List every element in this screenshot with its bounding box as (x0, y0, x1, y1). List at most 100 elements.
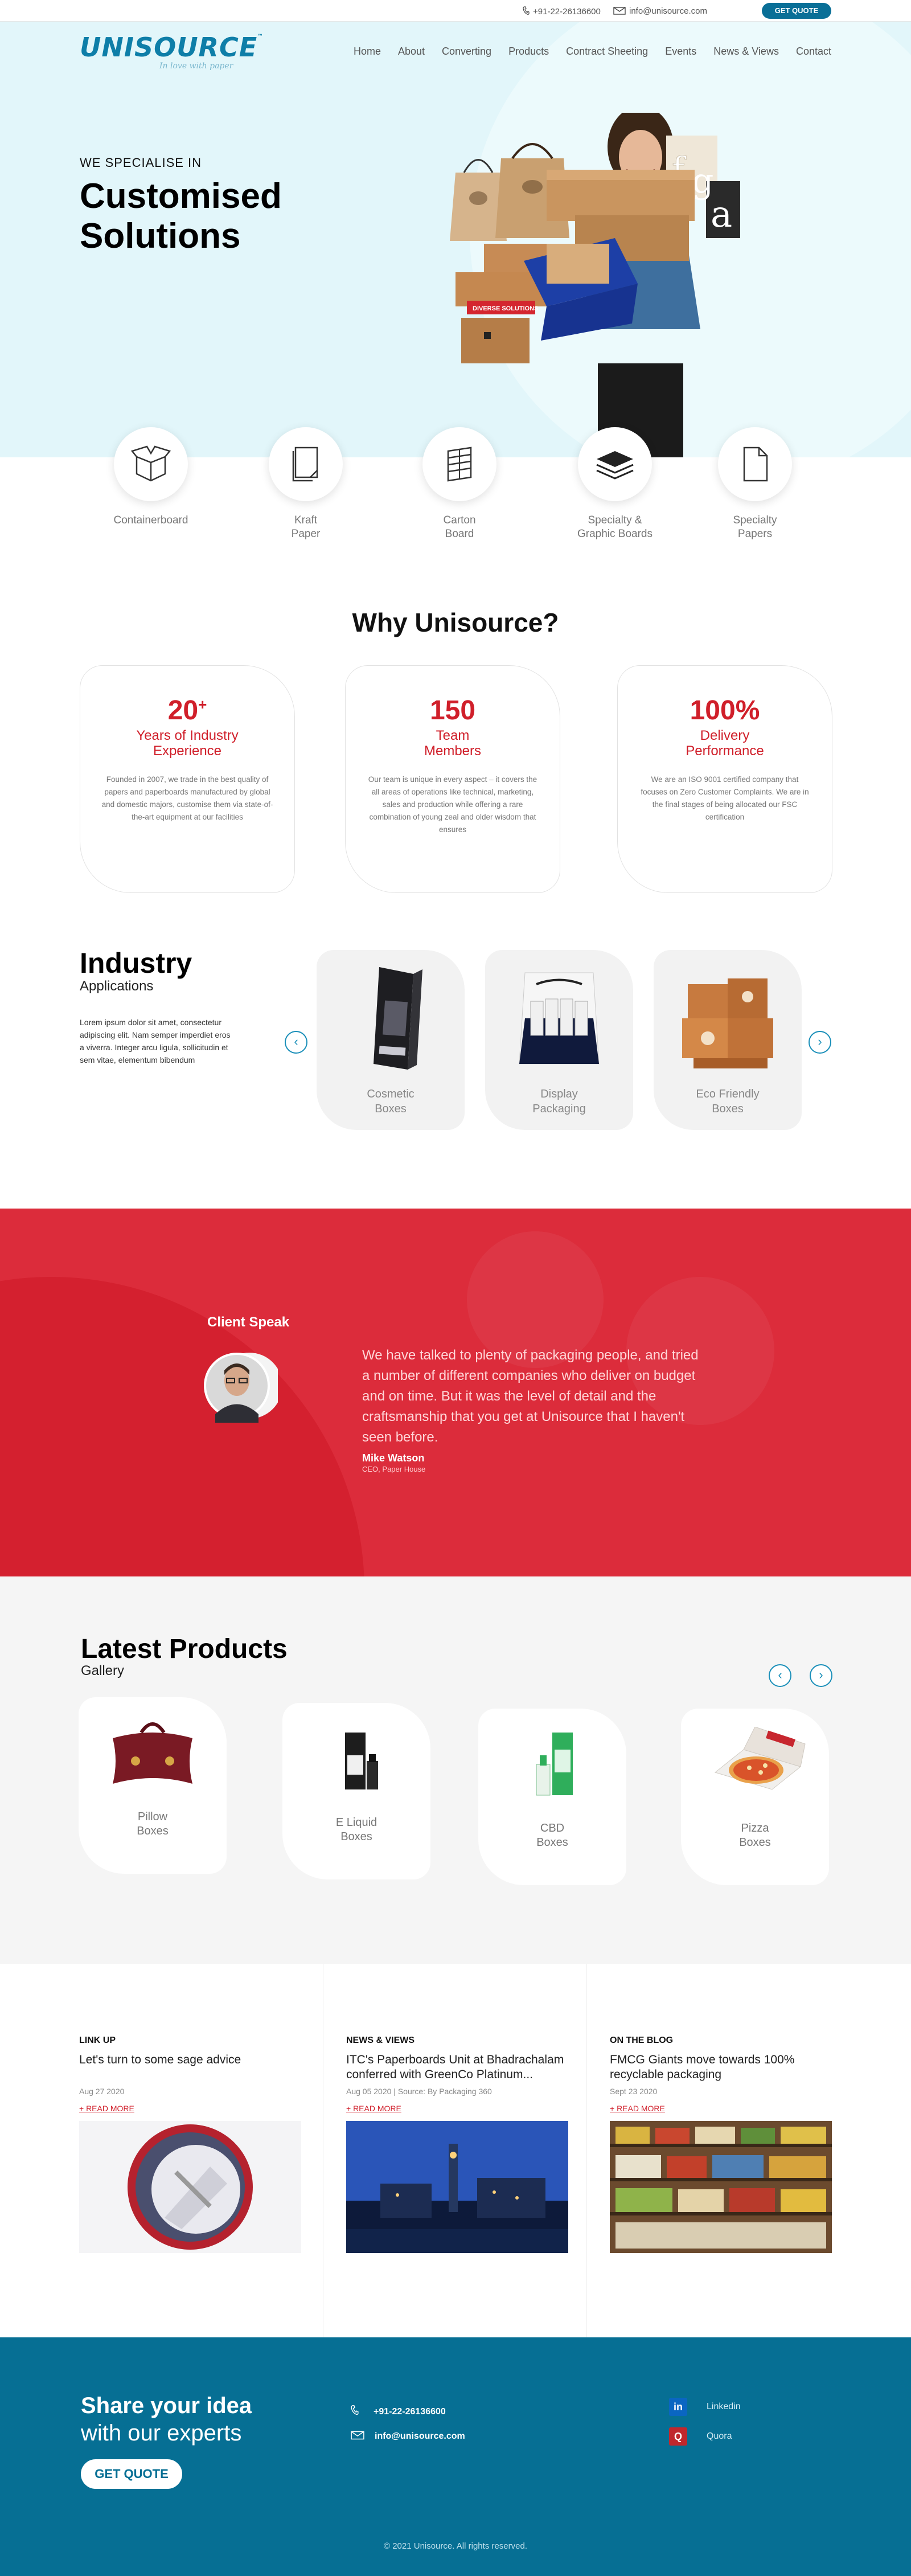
news-read-more-link[interactable]: + READ MORE (79, 2104, 134, 2113)
product-card-e-liquid-boxes[interactable]: E Liquid Boxes (282, 1703, 430, 1879)
news-date: Sept 23 2020 (610, 2087, 658, 2096)
news-date: Aug 27 2020 (79, 2087, 125, 2096)
document-icon (743, 447, 768, 482)
product-card-cbd-boxes[interactable]: CBD Boxes (478, 1709, 626, 1885)
footer-subheading: with our experts (81, 2421, 242, 2446)
mail-icon (351, 2431, 364, 2443)
page: +91-22-26136600 info@unisource.com GET Q… (0, 0, 911, 2576)
industry-item-eco-friendly-boxes[interactable]: Eco Friendly Boxes (654, 950, 802, 1130)
category-carton-board[interactable]: Carton Board (408, 427, 511, 541)
industry-prev-arrow[interactable]: ‹ (285, 1031, 307, 1054)
nav-about[interactable]: About (398, 46, 425, 58)
industry-next-arrow[interactable]: › (809, 1031, 831, 1054)
industry-item-cosmetic-boxes[interactable]: Cosmetic Boxes (317, 950, 465, 1130)
display-packaging-image (519, 972, 600, 1064)
topbar-phone[interactable]: +91-22-26136600 (523, 6, 601, 18)
cosmetic-box-image (374, 967, 422, 1070)
main-nav: Home About Converting Products Contract … (354, 46, 831, 58)
topbar-get-quote-button[interactable]: GET QUOTE (762, 3, 831, 19)
svg-text:g: g (692, 161, 713, 201)
industry-title: Industry (80, 947, 192, 979)
news-col-news-views: NEWS & VIEWS ITC's Paperboards Unit at B… (323, 1964, 587, 2337)
news-image-factory-night (346, 2121, 568, 2253)
footer: Share your idea with our experts GET QUO… (0, 2337, 911, 2576)
why-stat-caption: Delivery Performance (686, 728, 764, 759)
phone-icon (351, 2405, 359, 2419)
testimonial-section: Client Speak We have talked to plenty of… (0, 1209, 911, 1576)
news-image-supermarket (610, 2121, 832, 2253)
footer-email[interactable]: info@unisource.com (351, 2431, 465, 2443)
nav-contract-sheeting[interactable]: Contract Sheeting (566, 46, 648, 58)
why-stat-desc: Our team is unique in every aspect – it … (368, 775, 537, 834)
kraft-paper-icon (292, 447, 318, 482)
category-specialty-papers[interactable]: Specialty Papers (704, 427, 806, 541)
pillow-box-image (113, 1722, 192, 1784)
industry-description: Lorem ipsum dolor sit amet, consectetur … (80, 1018, 231, 1064)
e-liquid-box-image (345, 1733, 378, 1789)
unisource-logo[interactable]: UNISOURCE™ In love with paper (80, 34, 264, 71)
footer-social-quora[interactable]: Q Quora (669, 2427, 732, 2446)
news-category: ON THE BLOG (610, 2036, 674, 2045)
topbar-email[interactable]: info@unisource.com (613, 6, 707, 17)
news-read-more-link[interactable]: + READ MORE (346, 2104, 401, 2113)
product-card-pillow-boxes[interactable]: Pillow Boxes (79, 1697, 227, 1874)
latest-products-section: Latest Products Gallery ‹ › Pillow Boxes… (0, 1576, 911, 1964)
nav-home[interactable]: Home (354, 46, 381, 58)
industry-item-display-packaging[interactable]: Display Packaging (485, 950, 633, 1130)
latest-prev-arrow[interactable]: ‹ (769, 1664, 791, 1687)
quora-icon: Q (669, 2427, 687, 2446)
footer-get-quote-button[interactable]: GET QUOTE (81, 2459, 182, 2489)
footer-phone[interactable]: +91-22-26136600 (351, 2405, 446, 2419)
svg-text:a: a (711, 194, 732, 236)
industry-subtitle: Applications (80, 978, 154, 994)
testimonial-bg-circle (0, 1277, 364, 1576)
why-stat-desc: Founded in 2007, we trade in the best qu… (101, 775, 273, 821)
svg-text:DIVERSE SOLUTIONS: DIVERSE SOLUTIONS (473, 305, 539, 312)
news-title[interactable]: ITC's Paperboards Unit at Bhadrachalam c… (346, 2053, 574, 2082)
news-category: LINK UP (79, 2036, 116, 2045)
category-kraft-paper[interactable]: Kraft Paper (255, 427, 357, 541)
layers-icon (596, 451, 634, 480)
why-stat-number: 20+ (167, 695, 207, 726)
news-image[interactable] (346, 2121, 568, 2253)
news-category: NEWS & VIEWS (346, 2036, 415, 2045)
why-title: Why Unisource? (352, 608, 559, 637)
linkedin-icon: in (669, 2398, 687, 2416)
why-card-team: 150 Team Members Our team is unique in e… (345, 665, 560, 893)
product-card-pizza-boxes[interactable]: Pizza Boxes (681, 1709, 829, 1885)
latest-products-subtitle: Gallery (81, 1663, 125, 1678)
news-read-more-link[interactable]: + READ MORE (610, 2104, 665, 2113)
carton-board-icon (447, 447, 472, 482)
nav-news-views[interactable]: News & Views (713, 46, 779, 58)
news-image[interactable] (79, 2121, 301, 2253)
news-title[interactable]: FMCG Giants move towards 100% recyclable… (610, 2053, 838, 2082)
why-card-experience: 20+ Years of Industry Experience Founded… (80, 665, 295, 893)
category-specialty-graphic-boards[interactable]: Specialty & Graphic Boards (564, 427, 666, 541)
news-title[interactable]: Let's turn to some sage advice (79, 2053, 307, 2067)
pizza-box-image (714, 1727, 806, 1790)
why-stat-caption: Team Members (424, 728, 482, 759)
testimonial-role: CEO, Paper House (362, 1465, 426, 1473)
eco-friendly-box-image (682, 978, 773, 1068)
nav-events[interactable]: Events (665, 46, 696, 58)
latest-next-arrow[interactable]: › (810, 1664, 832, 1687)
nav-converting[interactable]: Converting (442, 46, 491, 58)
news-col-link-up: LINK UP Let's turn to some sage advice A… (60, 1964, 323, 2337)
why-card-delivery: 100% Delivery Performance We are an ISO … (617, 665, 832, 893)
testimonial-quote: We have talked to plenty of packaging pe… (362, 1348, 699, 1445)
footer-social-linkedin[interactable]: in Linkedin (669, 2398, 741, 2416)
hero-packaging-illustration: f a g DIVERSE SOLUTIONS (450, 113, 740, 457)
nav-products[interactable]: Products (508, 46, 549, 58)
hero-section: UNISOURCE™ In love with paper Home About… (0, 22, 911, 457)
top-bar: +91-22-26136600 info@unisource.com GET Q… (0, 0, 911, 22)
news-image-circle-art (79, 2121, 301, 2253)
news-col-blog: ON THE BLOG FMCG Giants move towards 100… (587, 1964, 851, 2337)
news-image[interactable] (610, 2121, 832, 2253)
nav-contact[interactable]: Contact (796, 46, 831, 58)
box-icon (130, 445, 171, 482)
why-stat-number: 150 (429, 695, 476, 726)
category-containerboard[interactable]: Containerboard (100, 427, 202, 527)
client-avatar (204, 1353, 278, 1423)
footer-heading: Share your idea (81, 2393, 252, 2418)
latest-products-title: Latest Products (81, 1634, 288, 1664)
